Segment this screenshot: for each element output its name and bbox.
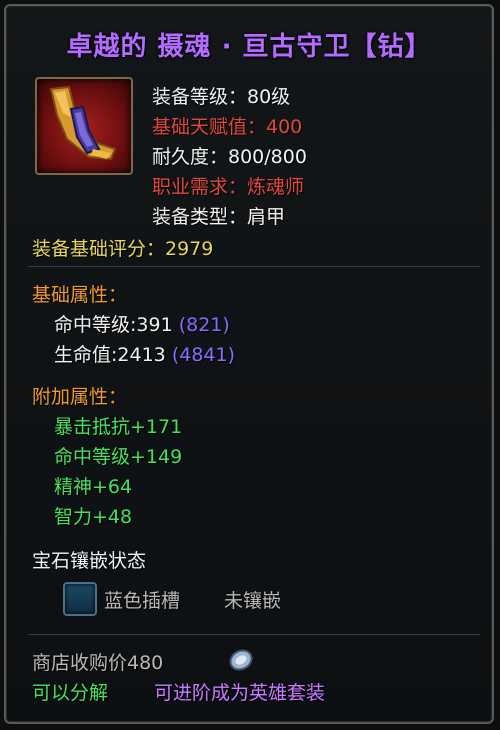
extra-attr-item: 暴击抵抗+171 (54, 416, 183, 438)
item-title: 卓越的 摄魂 · 亘古守卫【钻】 (66, 32, 432, 62)
shoulder-armor-graphic (49, 85, 117, 161)
socket-label: 蓝色插槽 (104, 590, 181, 612)
base-attr-extra: (821) (178, 314, 230, 336)
base-attr-extra: (4841) (171, 344, 235, 366)
equip-level: 装备等级：80级 (152, 86, 291, 108)
socket-status: 未镶嵌 (224, 590, 282, 612)
base-attrs-header: 基础属性： (32, 284, 128, 306)
decompose-note: 可以分解 (32, 682, 109, 704)
silver-coin-icon (229, 649, 253, 671)
divider (28, 634, 480, 635)
upgrade-note: 可进阶成为英雄套装 (154, 682, 326, 704)
shop-price: 商店收购价480 (32, 652, 164, 674)
equip-score: 装备基础评分：2979 (32, 238, 214, 260)
blue-socket-icon[interactable] (63, 582, 97, 616)
base-attr-row: 命中等级:391 (821) (54, 310, 230, 337)
base-talent: 基础天赋值：400 (152, 116, 303, 138)
class-requirement: 职业需求：炼魂师 (152, 176, 305, 198)
base-attr-label: 生命值:2413 (54, 344, 166, 366)
extra-attrs-header: 附加属性： (32, 386, 128, 408)
gem-status-header: 宝石镶嵌状态 (32, 550, 147, 572)
extra-attr-item: 精神+64 (54, 476, 133, 498)
divider (28, 266, 480, 267)
shoulder-armor-icon[interactable] (35, 77, 133, 175)
durability: 耐久度：800/800 (152, 146, 307, 168)
extra-attr-item: 智力+48 (54, 506, 133, 528)
base-attr-row: 生命值:2413 (4841) (54, 340, 235, 367)
item-tooltip: 卓越的 摄魂 · 亘古守卫【钻】 装备等级：80级 基础天赋值：400 耐久度：… (4, 4, 494, 724)
base-attr-label: 命中等级:391 (54, 314, 173, 336)
equip-type: 装备类型：肩甲 (152, 206, 286, 228)
extra-attr-item: 命中等级+149 (54, 446, 183, 468)
